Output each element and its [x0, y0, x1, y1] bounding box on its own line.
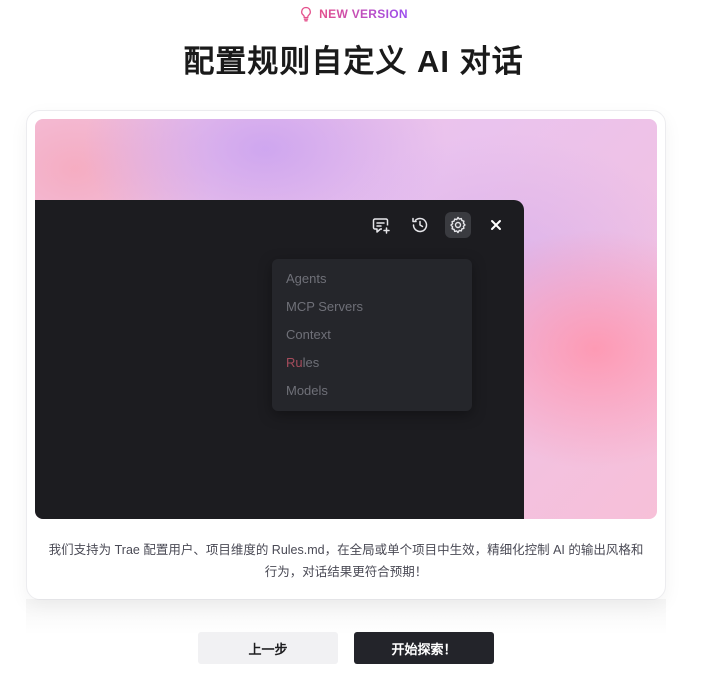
chat-panel-preview: Agents MCP Servers Context Rules Models	[35, 200, 524, 519]
close-icon	[483, 212, 509, 238]
lightbulb-icon	[299, 6, 313, 22]
menu-item-agents: Agents	[286, 271, 327, 286]
menu-item-rules: Rules	[286, 355, 319, 370]
previous-step-button[interactable]: 上一步	[198, 632, 338, 664]
menu-item-rules-rest: les	[302, 355, 320, 370]
feature-illustration: Agents MCP Servers Context Rules Models	[35, 119, 657, 519]
badge-label: NEW VERSION	[319, 7, 408, 21]
gear-icon	[445, 212, 471, 238]
menu-item-rules-highlight: Ru	[286, 355, 303, 370]
settings-menu: Agents MCP Servers Context Rules Models	[272, 259, 472, 411]
menu-item-context: Context	[286, 327, 331, 342]
start-exploring-button[interactable]: 开始探索！	[354, 632, 494, 664]
new-version-badge: NEW VERSION	[0, 6, 707, 22]
feature-description: 我们支持为 Trae 配置用户、项目维度的 Rules.md，在全局或单个项目中…	[48, 543, 644, 579]
page-title: 配置规则自定义 AI 对话	[183, 44, 524, 79]
card-shadow	[26, 599, 666, 635]
menu-item-mcp-servers: MCP Servers	[286, 299, 364, 314]
feature-card: Agents MCP Servers Context Rules Models …	[26, 110, 666, 600]
new-chat-icon	[368, 212, 394, 238]
history-icon	[407, 212, 433, 238]
menu-item-models: Models	[286, 383, 328, 398]
